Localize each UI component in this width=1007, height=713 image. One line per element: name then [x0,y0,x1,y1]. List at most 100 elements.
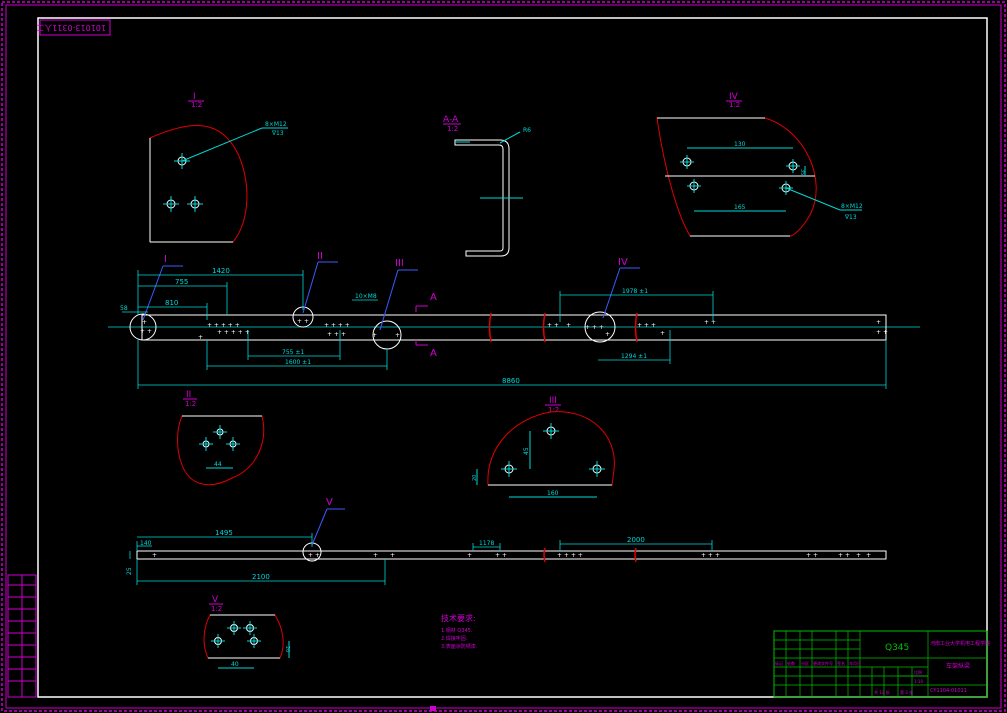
svg-text:+ + +: + + + [327,331,346,338]
sheet-number: 第 3 张 [900,689,913,695]
svg-text:+ +: + + [308,552,320,559]
callout-iii: III [395,258,404,269]
detail-iv-holes [680,155,800,195]
dim-58: 58 [120,305,128,312]
binding-stamp-column [7,574,37,698]
beam-outline [141,314,887,341]
detail-iv-dim-a: 130 [734,141,746,148]
dim-810: 810 [165,299,178,307]
section-aa[interactable]: A-A 1:2 R6 [443,115,531,257]
section-aa-radius: R6 [523,127,531,134]
dim-1294: 1294 ±1 [621,353,647,360]
detail-ii-boundary [177,415,265,486]
svg-text:+ + + + +: + + + + + [217,329,250,336]
svg-text:+ + +: + + + [701,552,720,559]
detail-i-boundary [149,125,248,243]
detail-v-dim-a: 40 [231,661,239,668]
break-line-2 [542,312,546,343]
main-view[interactable]: I II III IV A A + + + + + + + + + + + + … [108,251,920,389]
break-line-1 [488,312,492,343]
section-mark-bottom: A [430,348,437,359]
dim-1978: 1978 ±1 [622,288,648,295]
dim-755-dup: 755 ±1 [282,349,304,356]
title-part-name: 车架纵梁 [946,662,970,670]
svg-text:+: + [856,552,861,559]
svg-text:+ +: + + [838,552,850,559]
sheet-count: 共 12 张 [874,689,890,695]
scale-value: 1:10 [914,679,923,684]
bottom-view[interactable]: V + + + + + + + + + + + + + + + + + + + … [126,497,887,585]
notes-line-1: 1.钢材 Q345. [441,627,473,634]
row-label-1: 处数 [787,660,795,666]
callout-v: V [326,497,333,508]
notes-title: 技术要求: [441,613,476,623]
title-school: 河南工业大学机电工程学院 [930,640,990,647]
detail-i-scale: 1:2 [191,101,202,109]
corner-label: 101013-0311人工 [36,19,111,36]
svg-text:+ +: + + [806,552,818,559]
detail-iv[interactable]: IV 1:2 130 165 35 8×M12 ∇13 [656,92,863,237]
dim-hole-spec: 10×M8 [355,293,377,300]
detail-v-scale: 1:2 [211,605,222,613]
callout-iv: IV [618,257,628,268]
dim-2000: 2000 [627,536,645,544]
detail-i[interactable]: I 1:2 8×M12 ∇13 [149,92,288,243]
detail-iii-scale: 1:2 [548,406,559,414]
detail-v[interactable]: V 1:2 40 20 [203,595,290,669]
svg-text:+: + [660,330,665,337]
row-label-5: 年月日 [849,660,861,666]
svg-text:+ + + +: + + + + [324,322,350,329]
dim-1600: 1600 ±1 [285,359,311,366]
svg-text:+ +: + + [876,329,888,336]
cad-drawing-canvas[interactable]: 101013-0311人工 I 1:2 8×M12 ∇13 A-A 1:2 R6… [0,0,1007,713]
dim-1178: 1178 [479,540,494,547]
svg-text:+: + [395,332,400,339]
dim-25: 25 [126,567,133,575]
svg-text:+ + +: + + + [637,322,656,329]
detail-ii-dim-a: 44 [214,461,222,468]
detail-ii[interactable]: II 1:2 44 [177,390,265,486]
detail-iv-scale: 1:2 [729,101,740,109]
detail-v-boundary [203,614,284,659]
dim-1420: 1420 [212,267,230,275]
svg-text:+: + [142,319,147,326]
svg-text:+ +: + + [140,328,152,335]
svg-text:+ + + + +: + + + + + [207,322,240,329]
detail-iv-hole-spec: 8×M12 [841,203,863,210]
technical-notes: 技术要求: 1.钢材 Q345. 2.焊接牢固. 3.表面涂防锈漆. [441,613,478,650]
callout-i: I [164,254,167,265]
detail-iii-dim-c: 20 [472,475,478,481]
svg-text:+ +: + + [704,319,716,326]
svg-text:+ +: + + [297,318,309,325]
svg-text:+ + +: + + + [585,324,604,331]
section-aa-scale: 1:2 [447,125,458,133]
corner-label-text: 101013-0311人工 [36,23,106,32]
svg-text:+: + [566,322,571,329]
detail-iv-depth: ∇13 [844,214,857,221]
dim-8860: 8860 [502,377,520,385]
detail-iv-boundary [656,117,817,237]
detail-iii[interactable]: III 1:2 45 160 20 [472,396,615,498]
dim-1495: 1495 [215,529,233,537]
callout-ii: II [317,251,323,262]
svg-text:+: + [390,552,395,559]
detail-iii-dim-b: 160 [547,490,559,497]
dim-755: 755 [175,278,188,286]
sheet-border [1,1,1006,712]
detail-iii-boundary [487,411,615,486]
scale-label: 比例 [914,669,922,675]
flange-outline [136,550,887,560]
row-label-0: 标记 [775,660,783,666]
svg-text:+ +: + + [495,552,507,559]
svg-text:+ +: + + [547,322,559,329]
detail-i-depth: ∇13 [271,130,284,137]
svg-text:+: + [467,552,472,559]
detail-i-holes [163,153,203,212]
detail-i-hole-spec: 8×M12 [265,121,287,128]
title-block[interactable]: Q345 河南工业大学机电工程学院 车架纵梁 CY1104-01011 标记 处… [773,630,990,698]
dim-140: 140 [140,540,152,547]
row-label-3: 更改文件号 [813,660,833,666]
detail-iv-dim-c: 35 [799,169,805,175]
svg-text:+: + [373,552,378,559]
svg-text:+: + [866,552,871,559]
